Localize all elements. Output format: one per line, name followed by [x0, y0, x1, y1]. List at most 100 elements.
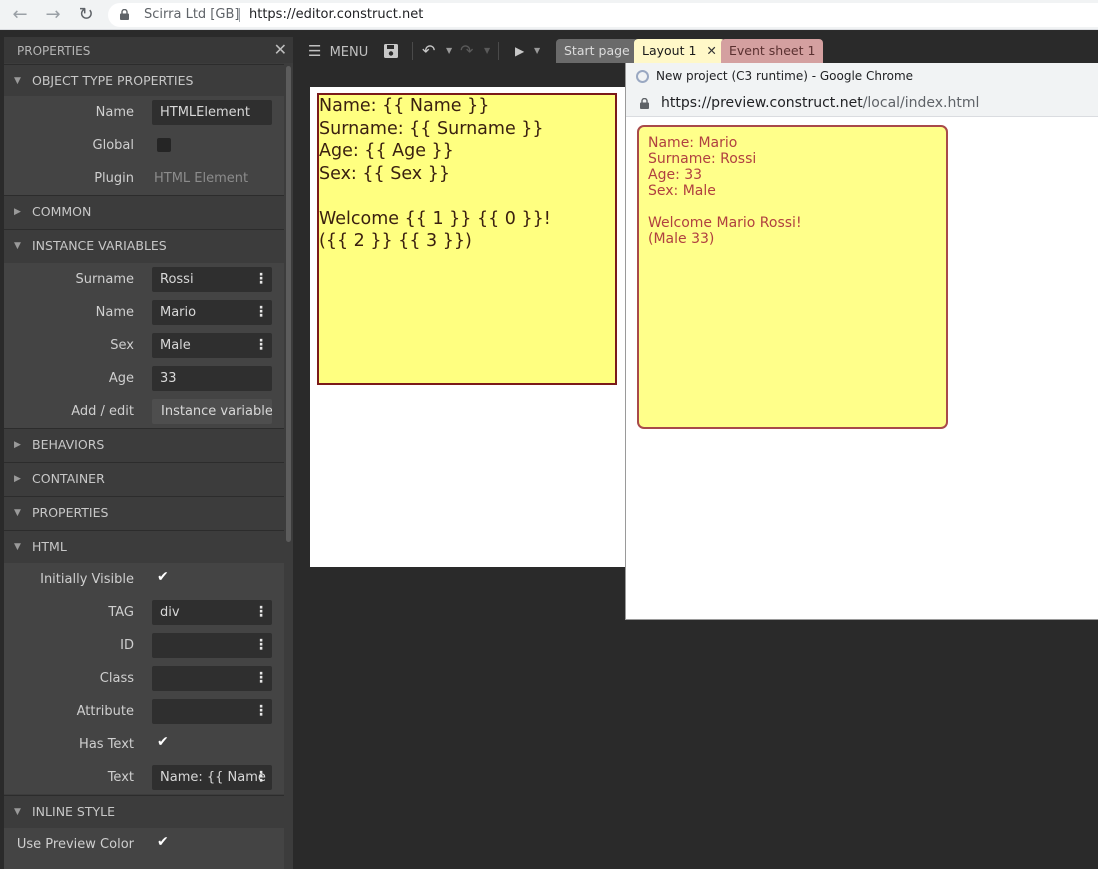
play-dropdown-icon[interactable]: ▼ [534, 37, 540, 65]
tab-start-page[interactable]: Start page [556, 39, 638, 63]
age-field[interactable]: 33 [152, 366, 272, 391]
id-field[interactable]: ⋮ [152, 633, 272, 658]
more-options-icon[interactable]: ⋮ [250, 267, 272, 292]
section-label: PROPERTIES [32, 505, 109, 520]
section-inline-style[interactable]: ▼ INLINE STYLE [4, 795, 284, 827]
page-url: https://editor.construct.net [249, 7, 424, 22]
section-behaviors[interactable]: ▶ BEHAVIORS [4, 428, 284, 460]
section-label: INSTANCE VARIABLES [32, 238, 167, 253]
redo-icon: ↷ [460, 41, 474, 60]
preview-url-path: /local/index.html [862, 95, 980, 111]
collapse-triangle-icon: ▼ [14, 542, 21, 552]
expand-triangle-icon: ▶ [14, 207, 21, 217]
attribute-field[interactable]: ⋮ [152, 699, 272, 724]
tab-layout-1[interactable]: Layout 1 ✕ [634, 39, 725, 63]
arrow-left-icon[interactable]: ← [9, 4, 31, 26]
field-value: Mario [160, 305, 197, 320]
property-row-plugin: Plugin HTML Element [4, 162, 284, 195]
address-bar[interactable]: Scirra Ltd [GB] https://editor.construct… [108, 3, 1098, 27]
property-row-sex: Sex Male ⋮ [4, 329, 284, 362]
section-label: INLINE STYLE [32, 804, 115, 819]
more-options-icon[interactable]: ⋮ [250, 699, 272, 724]
preview-window: New project (C3 runtime) - Google Chrome… [625, 63, 1098, 620]
instance-variables-button[interactable]: Instance variables [152, 399, 272, 424]
property-row-initially-visible: Initially Visible ✔ [4, 563, 284, 596]
section-common[interactable]: ▶ COMMON [4, 195, 284, 227]
section-instance-variables[interactable]: ▼ INSTANCE VARIABLES [4, 229, 284, 261]
property-label: Text [107, 770, 134, 785]
section-container[interactable]: ▶ CONTAINER [4, 462, 284, 494]
preview-window-titlebar[interactable]: New project (C3 runtime) - Google Chrome [626, 63, 1098, 90]
name-var-field[interactable]: Mario ⋮ [152, 300, 272, 325]
scrollbar-thumb[interactable] [286, 66, 291, 542]
save-icon[interactable] [383, 37, 399, 65]
lock-icon [640, 98, 649, 109]
expand-triangle-icon: ▶ [14, 474, 21, 484]
section-html[interactable]: ▼ HTML [4, 530, 284, 562]
tab-label: Layout 1 [642, 43, 697, 58]
more-options-icon[interactable]: ⋮ [250, 765, 272, 790]
property-row-use-preview-color: Use Preview Color ✔ [4, 828, 284, 861]
undo-dropdown-icon[interactable]: ▼ [446, 37, 452, 65]
checkmark-icon[interactable]: ✔ [157, 569, 169, 585]
editor-toolbar: ☰ MENU ↶ ▼ ↷ ▼ ▶ ▼ Start page Layout 1 ✕… [298, 37, 1098, 65]
lock-icon [120, 9, 129, 20]
property-label: Global [92, 138, 134, 153]
properties-panel-header: PROPERTIES ✕ [4, 37, 293, 63]
property-row-age: Age 33 [4, 362, 284, 395]
properties-panel: PROPERTIES ✕ ▼ OBJECT TYPE PROPERTIES Na… [4, 37, 293, 869]
section-object-type-properties[interactable]: ▼ OBJECT TYPE PROPERTIES [4, 64, 284, 96]
more-options-icon[interactable]: ⋮ [250, 300, 272, 325]
preview-url-host: https://preview.construct.net [661, 95, 863, 111]
property-label: Has Text [79, 737, 134, 752]
tab-label: Start page [564, 43, 630, 58]
html-element-object[interactable]: Name: {{ Name }} Surname: {{ Surname }} … [317, 93, 617, 385]
plugin-value: HTML Element [154, 171, 249, 186]
checkmark-icon[interactable]: ✔ [157, 834, 169, 850]
close-icon[interactable]: ✕ [274, 37, 287, 63]
more-options-icon[interactable]: ⋮ [250, 333, 272, 358]
property-row-id: ID ⋮ [4, 629, 284, 662]
section-properties[interactable]: ▼ PROPERTIES [4, 496, 284, 528]
preview-address-bar[interactable]: https://preview.construct.net/local/inde… [626, 90, 1098, 117]
close-icon[interactable]: ✕ [706, 43, 716, 58]
section-label: BEHAVIORS [32, 437, 105, 452]
property-label: Age [108, 371, 134, 386]
menu-label: MENU [329, 45, 369, 60]
hamburger-icon: ☰ [308, 42, 322, 60]
property-row-surname: Surname Rossi ⋮ [4, 263, 284, 296]
property-label: Initially Visible [40, 572, 134, 587]
browser-toolbar: ← → ↻ Scirra Ltd [GB] https://editor.con… [0, 0, 1098, 30]
property-label: Use Preview Color [16, 837, 134, 852]
reload-icon[interactable]: ↻ [75, 4, 97, 26]
property-row-add-edit: Add / edit Instance variables [4, 395, 284, 428]
play-icon[interactable]: ▶ [515, 37, 524, 65]
collapse-triangle-icon: ▼ [14, 807, 21, 817]
section-label: OBJECT TYPE PROPERTIES [32, 73, 194, 88]
global-checkbox[interactable] [157, 138, 171, 152]
surname-field[interactable]: Rossi ⋮ [152, 267, 272, 292]
undo-icon[interactable]: ↶ [422, 37, 435, 65]
more-options-icon[interactable]: ⋮ [250, 633, 272, 658]
tab-label: Event sheet 1 [729, 43, 816, 58]
more-options-icon[interactable]: ⋮ [250, 600, 272, 625]
property-row-text: Text Name: {{ Name ⋮ [4, 761, 284, 794]
property-label: Name [95, 105, 134, 120]
property-label: Class [99, 671, 134, 686]
tag-field[interactable]: div ⋮ [152, 600, 272, 625]
menu-button[interactable]: ☰ MENU [308, 37, 368, 65]
field-value: HTMLElement [160, 105, 250, 120]
text-field[interactable]: Name: {{ Name ⋮ [152, 765, 272, 790]
property-label: Add / edit [71, 404, 134, 419]
rendered-html-element: Name: Mario Surname: Rossi Age: 33 Sex: … [637, 125, 948, 429]
toolbar-divider [498, 42, 499, 60]
checkmark-icon[interactable]: ✔ [157, 734, 169, 750]
sex-field[interactable]: Male ⋮ [152, 333, 272, 358]
tab-event-sheet-1[interactable]: Event sheet 1 [721, 39, 824, 63]
property-label: Plugin [94, 171, 134, 186]
class-field[interactable]: ⋮ [152, 666, 272, 691]
object-name-field[interactable]: HTMLElement [152, 100, 272, 125]
more-options-icon[interactable]: ⋮ [250, 666, 272, 691]
arrow-right-icon[interactable]: → [42, 4, 64, 26]
omnibox-separator [239, 8, 240, 22]
